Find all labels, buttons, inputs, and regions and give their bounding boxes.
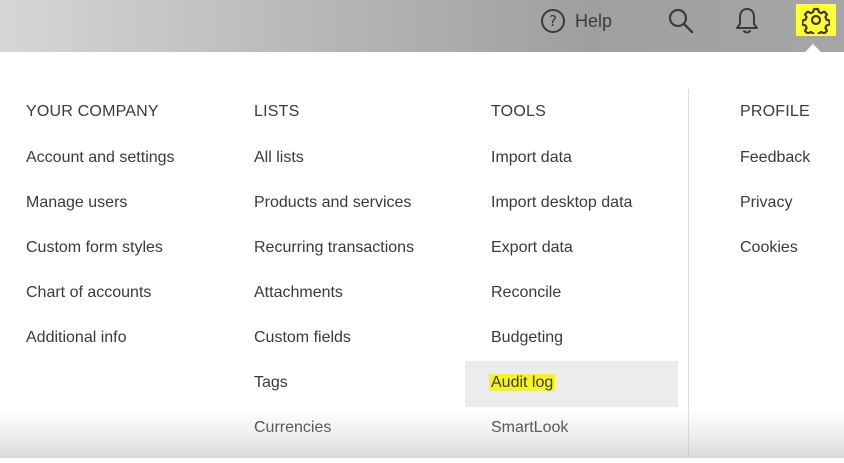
help-label: Help xyxy=(575,10,613,31)
menu-item-feedback[interactable]: Feedback xyxy=(740,148,810,193)
menu-item-all-lists[interactable]: All lists xyxy=(254,148,414,193)
menu-item-audit-log[interactable]: Audit log xyxy=(489,373,632,418)
menu-item-reconcile[interactable]: Reconcile xyxy=(491,283,632,328)
menu-item-additional-info[interactable]: Additional info xyxy=(26,328,175,373)
menu-item-budgeting[interactable]: Budgeting xyxy=(491,328,632,373)
column-header: LISTS xyxy=(254,103,300,120)
menu-item-custom-form-styles[interactable]: Custom form styles xyxy=(26,238,175,283)
column-tools: TOOLS Import data Import desktop data Ex… xyxy=(489,101,632,463)
notifications-button[interactable] xyxy=(733,6,761,36)
scroll-fade-overlay xyxy=(0,410,844,458)
column-header: YOUR COMPANY xyxy=(26,103,159,120)
column-header: PROFILE xyxy=(740,103,810,120)
menu-item-privacy[interactable]: Privacy xyxy=(740,193,810,238)
menu-item-manage-users[interactable]: Manage users xyxy=(26,193,175,238)
menu-item-import-desktop-data[interactable]: Import desktop data xyxy=(491,193,632,238)
top-navigation-bar: ? Help xyxy=(0,0,844,52)
help-circle-icon: ? xyxy=(541,9,565,33)
search-icon xyxy=(668,8,694,34)
menu-item-custom-fields[interactable]: Custom fields xyxy=(254,328,414,373)
gear-icon xyxy=(802,7,830,34)
help-button[interactable]: ? Help xyxy=(541,6,612,36)
menu-item-export-data[interactable]: Export data xyxy=(491,238,632,283)
column-profile: PROFILE Feedback Privacy Cookies xyxy=(740,101,810,283)
menu-item-tags[interactable]: Tags xyxy=(254,373,414,418)
column-header: TOOLS xyxy=(491,103,546,120)
menu-item-attachments[interactable]: Attachments xyxy=(254,283,414,328)
menu-item-recurring-transactions[interactable]: Recurring transactions xyxy=(254,238,414,283)
settings-gear-button[interactable] xyxy=(796,4,836,36)
menu-item-currencies[interactable]: Currencies xyxy=(254,418,414,463)
settings-dropdown-menu: YOUR COMPANY Account and settings Manage… xyxy=(0,52,844,458)
menu-item-account-and-settings[interactable]: Account and settings xyxy=(26,148,175,193)
menu-item-smartlook[interactable]: SmartLook xyxy=(491,418,632,463)
search-button[interactable] xyxy=(667,7,695,35)
menu-item-products-and-services[interactable]: Products and services xyxy=(254,193,414,238)
menu-item-cookies[interactable]: Cookies xyxy=(740,238,810,283)
column-lists: LISTS All lists Products and services Re… xyxy=(254,101,414,463)
column-your-company: YOUR COMPANY Account and settings Manage… xyxy=(26,101,175,373)
menu-item-chart-of-accounts[interactable]: Chart of accounts xyxy=(26,283,175,328)
column-divider xyxy=(688,89,689,455)
audit-log-label: Audit log xyxy=(489,374,556,391)
bell-icon xyxy=(736,8,758,34)
menu-item-import-data[interactable]: Import data xyxy=(491,148,632,193)
